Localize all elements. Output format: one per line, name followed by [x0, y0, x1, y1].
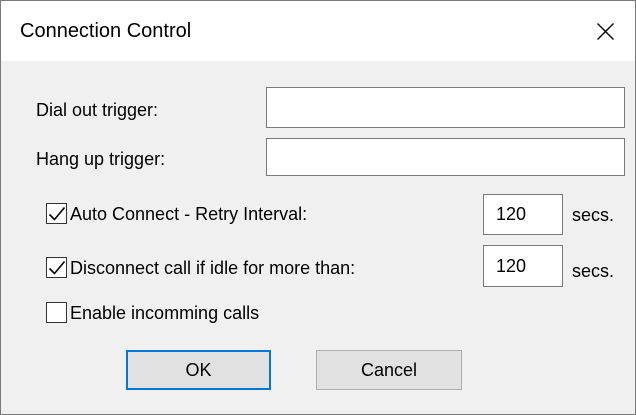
idle-timeout-unit: secs.	[572, 261, 615, 281]
dialog-body: Dial out trigger: Hang up trigger: Auto …	[1, 61, 635, 414]
cancel-button[interactable]: Cancel	[316, 350, 462, 390]
auto-connect-checkbox[interactable]	[46, 203, 67, 224]
close-icon	[597, 23, 614, 40]
incoming-calls-checkbox[interactable]	[46, 302, 67, 323]
retry-interval-input[interactable]	[483, 194, 563, 235]
retry-interval-unit: secs.	[572, 205, 615, 225]
idle-timeout-input[interactable]	[483, 245, 563, 287]
checkmark-icon	[48, 260, 66, 275]
dial-out-trigger-label: Dial out trigger:	[36, 100, 159, 120]
ok-button[interactable]: OK	[126, 350, 271, 390]
hang-up-trigger-label: Hang up trigger:	[36, 149, 166, 169]
dial-out-trigger-input[interactable]	[266, 87, 625, 128]
disconnect-idle-checkbox[interactable]	[46, 257, 67, 278]
title-bar[interactable]: Connection Control	[1, 1, 635, 61]
incoming-calls-label: Enable incomming calls	[70, 303, 260, 323]
auto-connect-label: Auto Connect - Retry Interval:	[70, 204, 308, 224]
connection-control-dialog: Connection Control Dial out trigger: Han…	[0, 0, 636, 415]
checkmark-icon	[48, 206, 66, 221]
disconnect-idle-label: Disconnect call if idle for more than:	[70, 258, 356, 278]
hang-up-trigger-input[interactable]	[266, 138, 625, 176]
close-button[interactable]	[575, 1, 635, 61]
window-title: Connection Control	[20, 20, 192, 42]
